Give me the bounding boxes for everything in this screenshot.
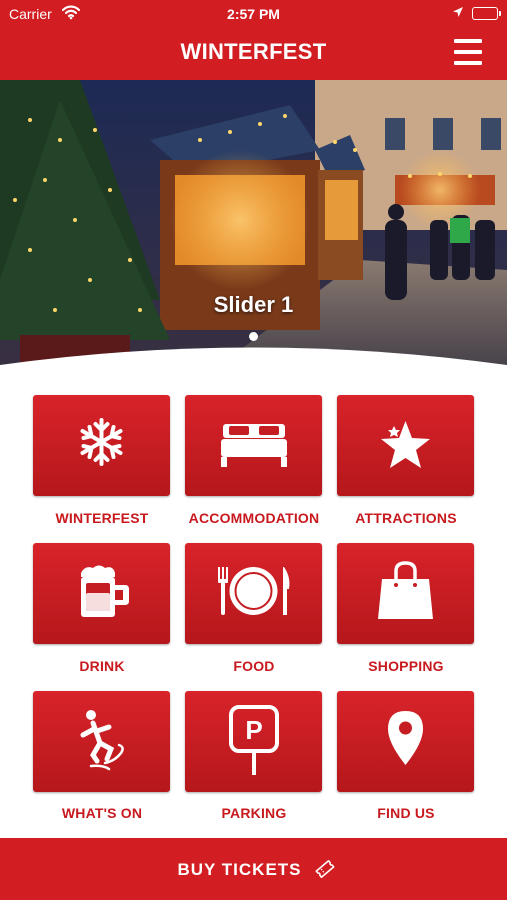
tile-parking[interactable]: P: [185, 691, 322, 792]
status-bar: Carrier 2:57 PM: [0, 0, 507, 28]
tile-label-find-us: FIND US: [377, 805, 435, 821]
buy-tickets-label: BUY TICKETS: [177, 860, 302, 879]
tile-find-us[interactable]: [337, 691, 474, 792]
location-arrow-icon: [452, 6, 464, 22]
battery-icon: [472, 7, 501, 20]
tile-label-food: FOOD: [233, 658, 275, 674]
slide-title: Slider 1: [213, 292, 294, 317]
tile-food[interactable]: [185, 543, 322, 644]
map-pin-icon: [388, 711, 423, 765]
tile-winterfest[interactable]: [33, 395, 170, 496]
tile-label-accommodation: ACCOMMODATION: [188, 510, 320, 526]
snowflake-icon: [80, 418, 123, 466]
tile-drink[interactable]: [33, 543, 170, 644]
beer-mug-icon: [81, 565, 129, 617]
svg-text:P: P: [245, 715, 262, 745]
hamburger-menu-icon[interactable]: [452, 37, 484, 67]
plate-cutlery-icon: [218, 567, 290, 615]
tile-label-parking: PARKING: [221, 805, 287, 821]
ticket-icon: [314, 858, 336, 885]
clock: 2:57 PM: [227, 6, 280, 22]
star-icon: [381, 421, 430, 468]
slider-page-indicator[interactable]: [249, 332, 258, 341]
app-title: WINTERFEST: [180, 39, 327, 64]
tile-shopping[interactable]: [337, 543, 474, 644]
parking-sign-icon: P: [229, 705, 279, 775]
shopping-bag-icon: [378, 561, 433, 619]
tile-accommodation[interactable]: [185, 395, 322, 496]
navigation-bar: WINTERFEST: [0, 28, 507, 80]
tile-label-attractions: ATTRACTIONS: [355, 510, 457, 526]
hero-slider[interactable]: Slider 1: [0, 80, 507, 380]
tile-attractions[interactable]: [337, 395, 474, 496]
buy-tickets-button[interactable]: BUY TICKETS: [0, 838, 507, 900]
tile-label-drink: DRINK: [79, 658, 125, 674]
skater-icon: [80, 710, 124, 771]
tile-label-whats-on: WHAT'S ON: [61, 805, 143, 821]
tile-whats-on[interactable]: [33, 691, 170, 792]
tile-label-winterfest: WINTERFEST: [55, 510, 149, 526]
tile-label-shopping: SHOPPING: [368, 658, 444, 674]
bed-icon: [221, 424, 287, 467]
